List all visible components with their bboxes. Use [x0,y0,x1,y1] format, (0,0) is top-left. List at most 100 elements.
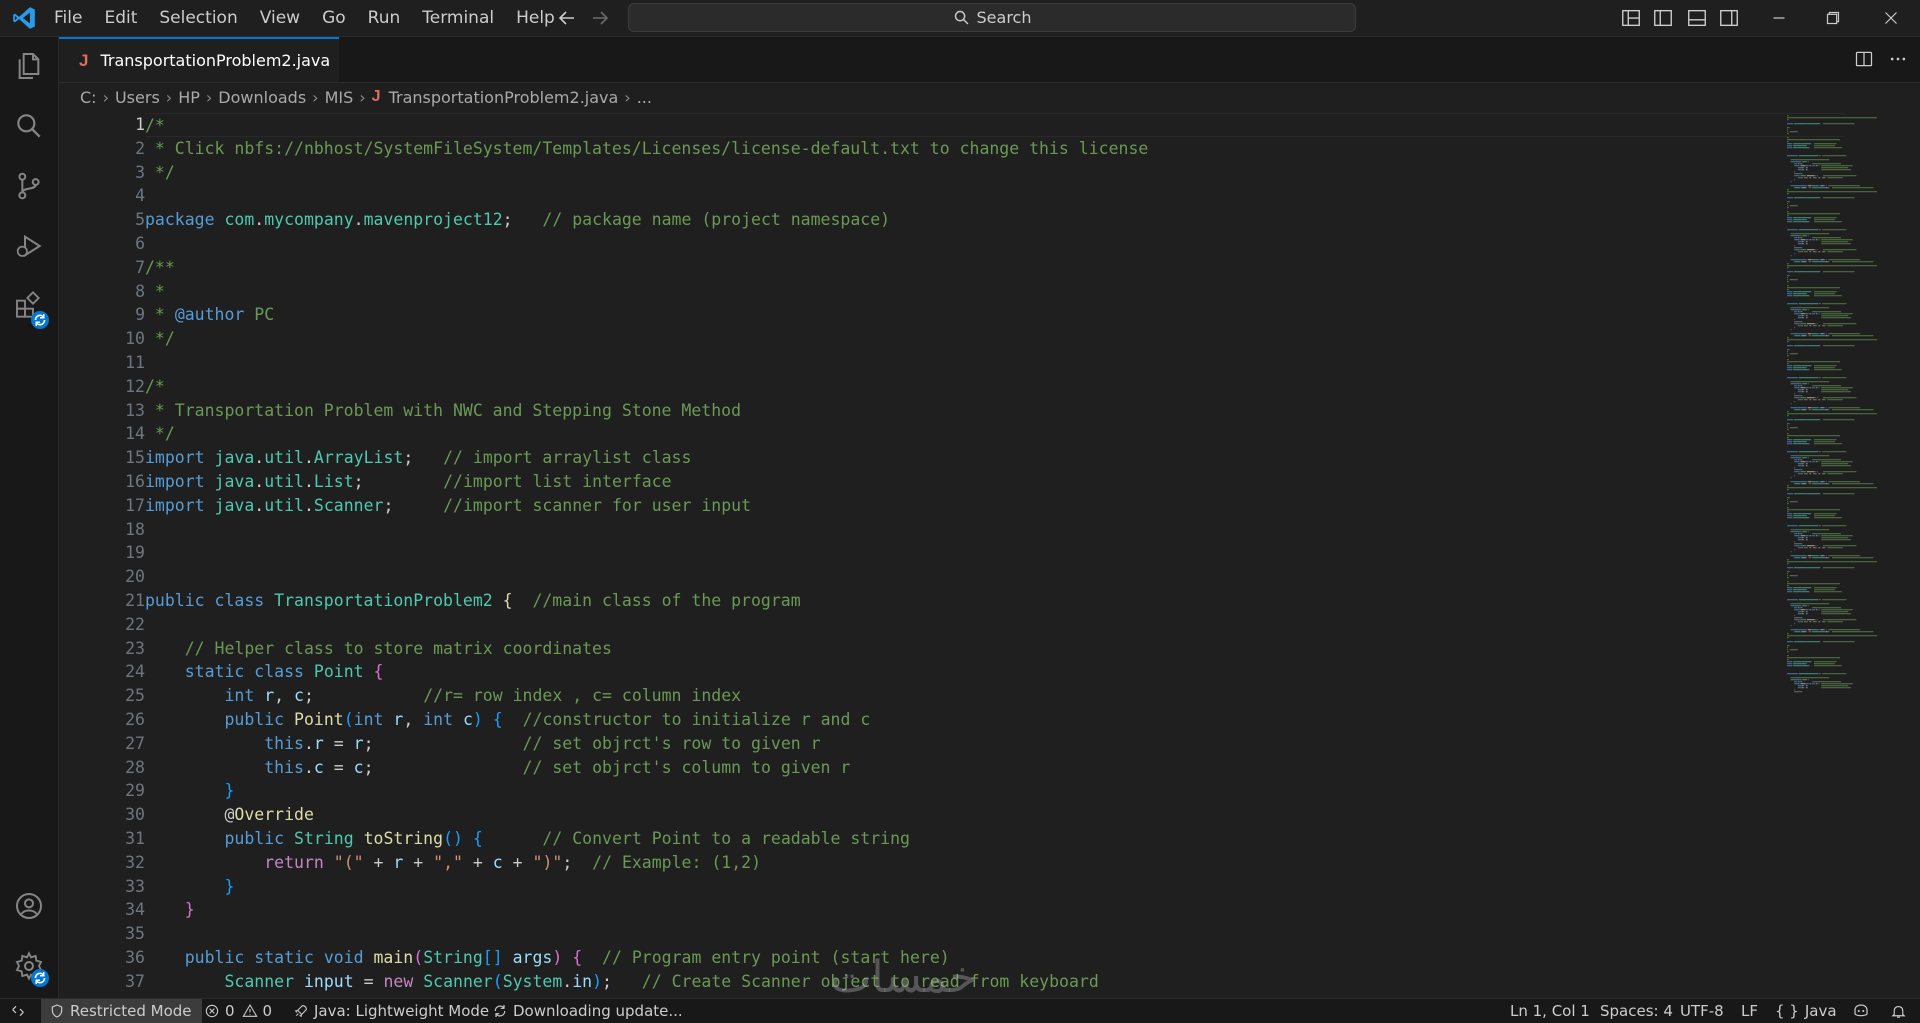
minimap-line [1801,589,1803,591]
problems-status[interactable]: 0 0 [204,999,272,1023]
breadcrumb-item-drive[interactable]: C: [80,88,97,107]
code-line[interactable]: public Point(int r, int c) { //construct… [145,708,1845,732]
code-line[interactable] [145,541,1845,565]
indentation-status[interactable]: Spaces: 4 [1600,999,1673,1023]
source-control-icon[interactable] [13,170,45,202]
menu-terminal[interactable]: Terminal [411,0,505,36]
breadcrumb-item-mis[interactable]: MIS [325,88,354,107]
code-line[interactable]: public static void main(String[] args) {… [145,946,1845,970]
line-number-gutter: 1 2 3 4 5 6 7 8 9 10 11 12 13 14 15 16 17 18 19 20 21 22 23 24 2… [59,113,149,993]
toggle-primary-sidebar-icon[interactable] [1652,7,1674,29]
code-line[interactable]: int r, c; //r= row index , c= column ind… [145,684,1845,708]
watermark-logo: خمسات [830,952,977,1003]
accounts-icon[interactable] [13,890,45,922]
minimap-line [1806,315,1808,317]
code-line[interactable]: * [145,280,1845,304]
update-status[interactable]: Downloading update... [492,999,683,1023]
code-lines[interactable]: /* * Click nbfs://nbhost/SystemFileSyste… [145,113,1845,993]
code-line[interactable]: public String toString() { // Convert Po… [145,827,1845,851]
code-line[interactable]: /* [145,375,1845,399]
menu-go[interactable]: Go [311,0,357,36]
search-view-icon[interactable] [13,110,45,142]
code-line[interactable]: public class TransportationProblem2 { //… [145,589,1845,613]
minimap-line [1809,683,1811,685]
code-line[interactable]: static class Point { [145,660,1845,684]
breadcrumb-item-symbols[interactable]: ... [637,88,652,107]
language-mode-status[interactable]: { } Java [1775,999,1837,1023]
menu-run[interactable]: Run [357,0,412,36]
code-line[interactable]: import java.util.Scanner; //import scann… [145,494,1845,518]
minimap-line [1819,251,1821,253]
code-line[interactable]: } [145,898,1845,922]
vscode-logo-icon[interactable] [11,5,37,31]
toggle-secondary-sidebar-icon[interactable] [1718,7,1740,29]
code-line[interactable] [145,613,1845,637]
menu-file[interactable]: File [43,0,93,36]
status-bar: Restricted Mode 0 0 Java: Lightweight Mo… [0,998,1920,1023]
breadcrumb-item-users[interactable]: Users [115,88,160,107]
remote-indicator[interactable] [0,999,36,1023]
minimize-window-icon[interactable] [1768,7,1790,29]
restore-window-icon[interactable] [1822,7,1844,29]
breadcrumb-item-hp[interactable]: HP [178,88,200,107]
more-actions-icon[interactable] [1888,49,1908,69]
copilot-status[interactable] [1852,999,1875,1023]
code-line[interactable]: */ [145,161,1845,185]
code-line[interactable]: @Override [145,803,1845,827]
command-center-search[interactable]: Search [628,3,1356,32]
encoding-status[interactable]: UTF-8 [1680,999,1724,1023]
minimap[interactable] [1785,113,1900,693]
code-line[interactable]: * Click nbfs://nbhost/SystemFileSystem/T… [145,137,1845,161]
code-line[interactable]: import java.util.ArrayList; // import ar… [145,446,1845,470]
code-line[interactable]: */ [145,422,1845,446]
code-line[interactable] [145,518,1845,542]
code-token: Scanner [423,971,493,991]
code-line[interactable]: /* [145,113,1845,137]
code-line[interactable] [145,351,1845,375]
code-line[interactable]: Scanner input = new Scanner(System.in); … [145,970,1845,994]
code-token: java [214,471,255,491]
minimap-line [1793,441,1797,443]
code-line[interactable] [145,565,1845,589]
code-line[interactable]: } [145,875,1845,899]
code-line[interactable]: return "(" + r + "," + c + ")"; // Examp… [145,851,1845,875]
code-editor[interactable]: 1 2 3 4 5 6 7 8 9 10 11 12 13 14 15 16 17 18 19 20 21 22 23 24 2… [59,113,1920,998]
minimap-line [1801,685,1803,687]
close-window-icon[interactable] [1880,7,1902,29]
minimap-line [1825,261,1828,263]
minimap-line [1790,255,1792,257]
minimap-line [1817,555,1820,557]
code-line[interactable]: this.r = r; // set objrct's row to given… [145,732,1845,756]
code-line[interactable]: package com.mycompany.mavenproject12; //… [145,208,1845,232]
menu-view[interactable]: View [249,0,311,36]
eol-status[interactable]: LF [1741,999,1758,1023]
code-line[interactable] [145,184,1845,208]
code-line[interactable]: this.c = c; // set objrct's column to gi… [145,756,1845,780]
code-line[interactable]: import java.util.List; //import list int… [145,470,1845,494]
run-and-debug-icon[interactable] [13,230,45,262]
tab-transportationproblem2[interactable]: J TransportationProblem2.java [59,37,339,82]
toggle-panel-icon[interactable] [1686,7,1708,29]
split-editor-icon[interactable] [1854,49,1874,69]
code-line[interactable] [145,922,1845,946]
notifications-status[interactable] [1890,999,1912,1023]
java-mode-status[interactable]: Java: Lightweight Mode [293,999,489,1023]
code-line[interactable]: * Transportation Problem with NWC and St… [145,399,1845,423]
breadcrumb-item-downloads[interactable]: Downloads [218,88,306,107]
code-line[interactable]: */ [145,327,1845,351]
minimap-line [1823,333,1825,335]
code-line[interactable]: // Helper class to store matrix coordina… [145,637,1845,661]
code-line[interactable]: * @author PC [145,303,1845,327]
code-line[interactable]: } [145,779,1845,803]
menu-selection[interactable]: Selection [148,0,248,36]
restricted-mode-status[interactable]: Restricted Mode [41,999,202,1023]
code-line[interactable]: /** [145,256,1845,280]
menu-edit[interactable]: Edit [93,0,148,36]
explorer-icon[interactable] [13,50,45,82]
forward-arrow-icon[interactable] [588,6,612,30]
back-arrow-icon[interactable] [555,6,579,30]
breadcrumb-item-file[interactable]: TransportationProblem2.java [389,88,619,107]
code-line[interactable] [145,232,1845,256]
customize-layout-icon[interactable] [1620,7,1642,29]
cursor-position[interactable]: Ln 1, Col 1 [1510,999,1590,1023]
